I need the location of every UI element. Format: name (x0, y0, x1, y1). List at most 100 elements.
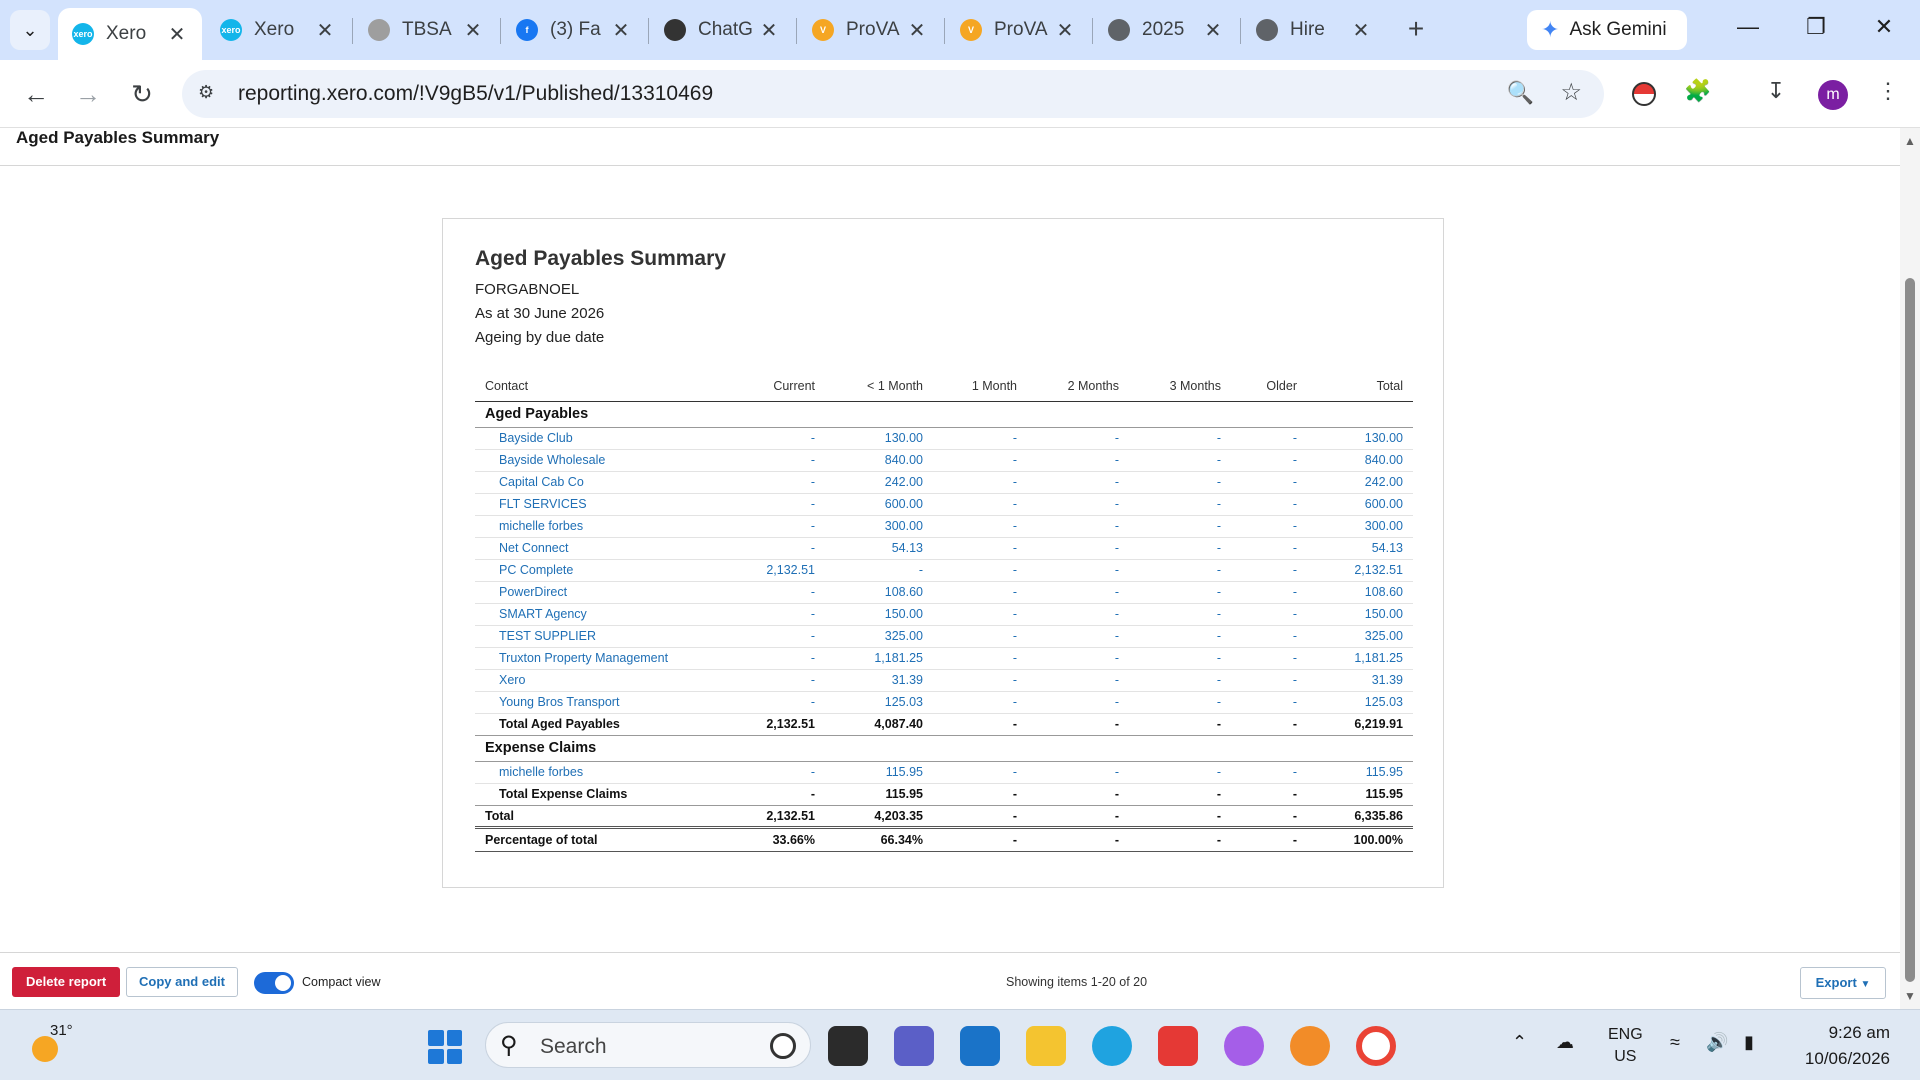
contact-cell[interactable]: PowerDirect (475, 581, 715, 604)
file-explorer-icon[interactable] (1026, 1026, 1066, 1066)
amount-cell[interactable]: - (1129, 581, 1231, 604)
table-row[interactable]: michelle forbes -115.95- - - -115.95 (475, 761, 1413, 784)
amount-cell[interactable]: 108.60 (825, 581, 933, 604)
table-row[interactable]: Capital Cab Co -242.00- - - -242.00 (475, 471, 1413, 494)
amount-cell[interactable]: 325.00 (825, 625, 933, 648)
amount-cell[interactable]: - (1231, 761, 1307, 784)
outlook-icon[interactable] (960, 1026, 1000, 1066)
amount-cell[interactable]: - (1027, 537, 1129, 560)
amount-cell[interactable]: - (715, 625, 825, 648)
profile-avatar[interactable]: m (1818, 80, 1848, 110)
contact-cell[interactable]: michelle forbes (475, 515, 715, 538)
export-button[interactable]: Export ▼ (1800, 967, 1886, 999)
amount-cell[interactable]: - (1231, 691, 1307, 714)
scroll-up-arrow-icon[interactable]: ▲ (1904, 134, 1916, 148)
amount-cell[interactable]: - (715, 493, 825, 516)
scroll-down-arrow-icon[interactable]: ▼ (1904, 989, 1916, 1003)
amount-cell[interactable]: - (825, 559, 933, 582)
amount-cell[interactable]: - (933, 471, 1027, 494)
amount-cell[interactable]: - (933, 427, 1027, 450)
column-header[interactable]: Current (715, 371, 825, 402)
table-row[interactable]: Bayside Club -130.00- - - -130.00 (475, 427, 1413, 450)
browser-tab[interactable]: V ProVA ✕ (798, 8, 942, 52)
amount-cell[interactable]: 840.00 (825, 449, 933, 472)
browser-tab[interactable]: f (3) Fa ✕ (502, 8, 646, 52)
table-row[interactable]: PC Complete 2,132.51- - - - -2,132.51 (475, 559, 1413, 582)
amount-cell[interactable]: - (1231, 427, 1307, 450)
tab-close-icon[interactable]: ✕ (1202, 18, 1224, 43)
download-icon[interactable]: ↧ (1760, 78, 1792, 110)
amount-cell[interactable]: - (1231, 449, 1307, 472)
wifi-icon[interactable]: ≈ (1670, 1032, 1680, 1053)
amount-cell[interactable]: - (715, 581, 825, 604)
copy-and-edit-button[interactable]: Copy and edit (126, 967, 238, 997)
amount-cell[interactable]: - (1129, 691, 1231, 714)
browser-tab[interactable]: xero Xero ✕ (58, 8, 202, 60)
restore-button[interactable]: ❐ (1796, 14, 1836, 46)
bookmark-star-icon[interactable]: ☆ (1560, 78, 1582, 107)
edge-icon[interactable] (1092, 1026, 1132, 1066)
show-hidden-icons-chevron-icon[interactable]: ⌃ (1512, 1032, 1527, 1053)
amount-cell[interactable]: - (1027, 669, 1129, 692)
amount-cell[interactable]: - (1027, 603, 1129, 626)
amount-cell[interactable]: - (933, 493, 1027, 516)
contact-cell[interactable]: michelle forbes (475, 761, 715, 784)
amount-cell[interactable]: 150.00 (1307, 603, 1413, 626)
zoom-icon[interactable]: 🔍 (1507, 80, 1534, 106)
amount-cell[interactable]: - (715, 691, 825, 714)
column-header[interactable]: < 1 Month (825, 371, 933, 402)
table-row[interactable]: PowerDirect -108.60- - - -108.60 (475, 581, 1413, 604)
amount-cell[interactable]: 2,132.51 (1307, 559, 1413, 582)
amount-cell[interactable]: - (933, 515, 1027, 538)
amount-cell[interactable]: 325.00 (1307, 625, 1413, 648)
amount-cell[interactable]: 1,181.25 (1307, 647, 1413, 670)
tab-close-icon[interactable]: ✕ (1350, 18, 1372, 43)
amount-cell[interactable]: - (1231, 559, 1307, 582)
page-scrollbar[interactable]: ▲ ▼ (1900, 128, 1920, 1009)
amount-cell[interactable]: - (933, 761, 1027, 784)
amount-cell[interactable]: - (1231, 647, 1307, 670)
amount-cell[interactable]: - (1129, 427, 1231, 450)
amount-cell[interactable]: - (715, 427, 825, 450)
tab-close-icon[interactable]: ✕ (1054, 18, 1076, 43)
amount-cell[interactable]: - (1027, 471, 1129, 494)
amount-cell[interactable]: 242.00 (825, 471, 933, 494)
table-row[interactable]: Young Bros Transport -125.03- - - -125.03 (475, 691, 1413, 714)
tab-close-icon[interactable]: ✕ (758, 18, 780, 43)
address-bar[interactable]: ⚙ reporting.xero.com/!V9gB5/v1/Published… (182, 70, 1604, 118)
amount-cell[interactable]: 300.00 (825, 515, 933, 538)
url-text[interactable]: reporting.xero.com/!V9gB5/v1/Published/1… (238, 82, 713, 106)
amount-cell[interactable]: - (1129, 493, 1231, 516)
more-menu-icon[interactable]: ⋮ (1872, 78, 1904, 110)
site-info-icon[interactable]: ⚙ (198, 82, 222, 106)
amount-cell[interactable]: - (715, 537, 825, 560)
amount-cell[interactable]: 125.03 (1307, 691, 1413, 714)
pokeball-extension-icon[interactable] (1628, 78, 1660, 110)
amount-cell[interactable]: 54.13 (825, 537, 933, 560)
tab-close-icon[interactable]: ✕ (166, 22, 188, 47)
amount-cell[interactable]: - (1027, 493, 1129, 516)
ask-gemini-button[interactable]: ✦ Ask Gemini (1527, 10, 1687, 50)
amount-cell[interactable]: 600.00 (825, 493, 933, 516)
contact-cell[interactable]: Truxton Property Management (475, 647, 715, 670)
browser-tab[interactable]: 2025 ✕ (1094, 8, 1238, 52)
amount-cell[interactable]: - (715, 515, 825, 538)
amount-cell[interactable]: - (1231, 581, 1307, 604)
amount-cell[interactable]: - (1129, 515, 1231, 538)
amount-cell[interactable]: - (933, 449, 1027, 472)
amount-cell[interactable]: - (933, 603, 1027, 626)
teams-icon[interactable] (894, 1026, 934, 1066)
contact-cell[interactable]: Net Connect (475, 537, 715, 560)
amount-cell[interactable]: 54.13 (1307, 537, 1413, 560)
amount-cell[interactable]: - (1027, 559, 1129, 582)
contact-cell[interactable]: PC Complete (475, 559, 715, 582)
amount-cell[interactable]: 31.39 (1307, 669, 1413, 692)
task-view-icon[interactable] (828, 1026, 868, 1066)
amount-cell[interactable]: - (933, 559, 1027, 582)
amount-cell[interactable]: - (1129, 669, 1231, 692)
amount-cell[interactable]: - (1129, 603, 1231, 626)
amount-cell[interactable]: - (1231, 625, 1307, 648)
table-row[interactable]: FLT SERVICES -600.00- - - -600.00 (475, 493, 1413, 516)
table-row[interactable]: Bayside Wholesale -840.00- - - -840.00 (475, 449, 1413, 472)
tab-close-icon[interactable]: ✕ (906, 18, 928, 43)
